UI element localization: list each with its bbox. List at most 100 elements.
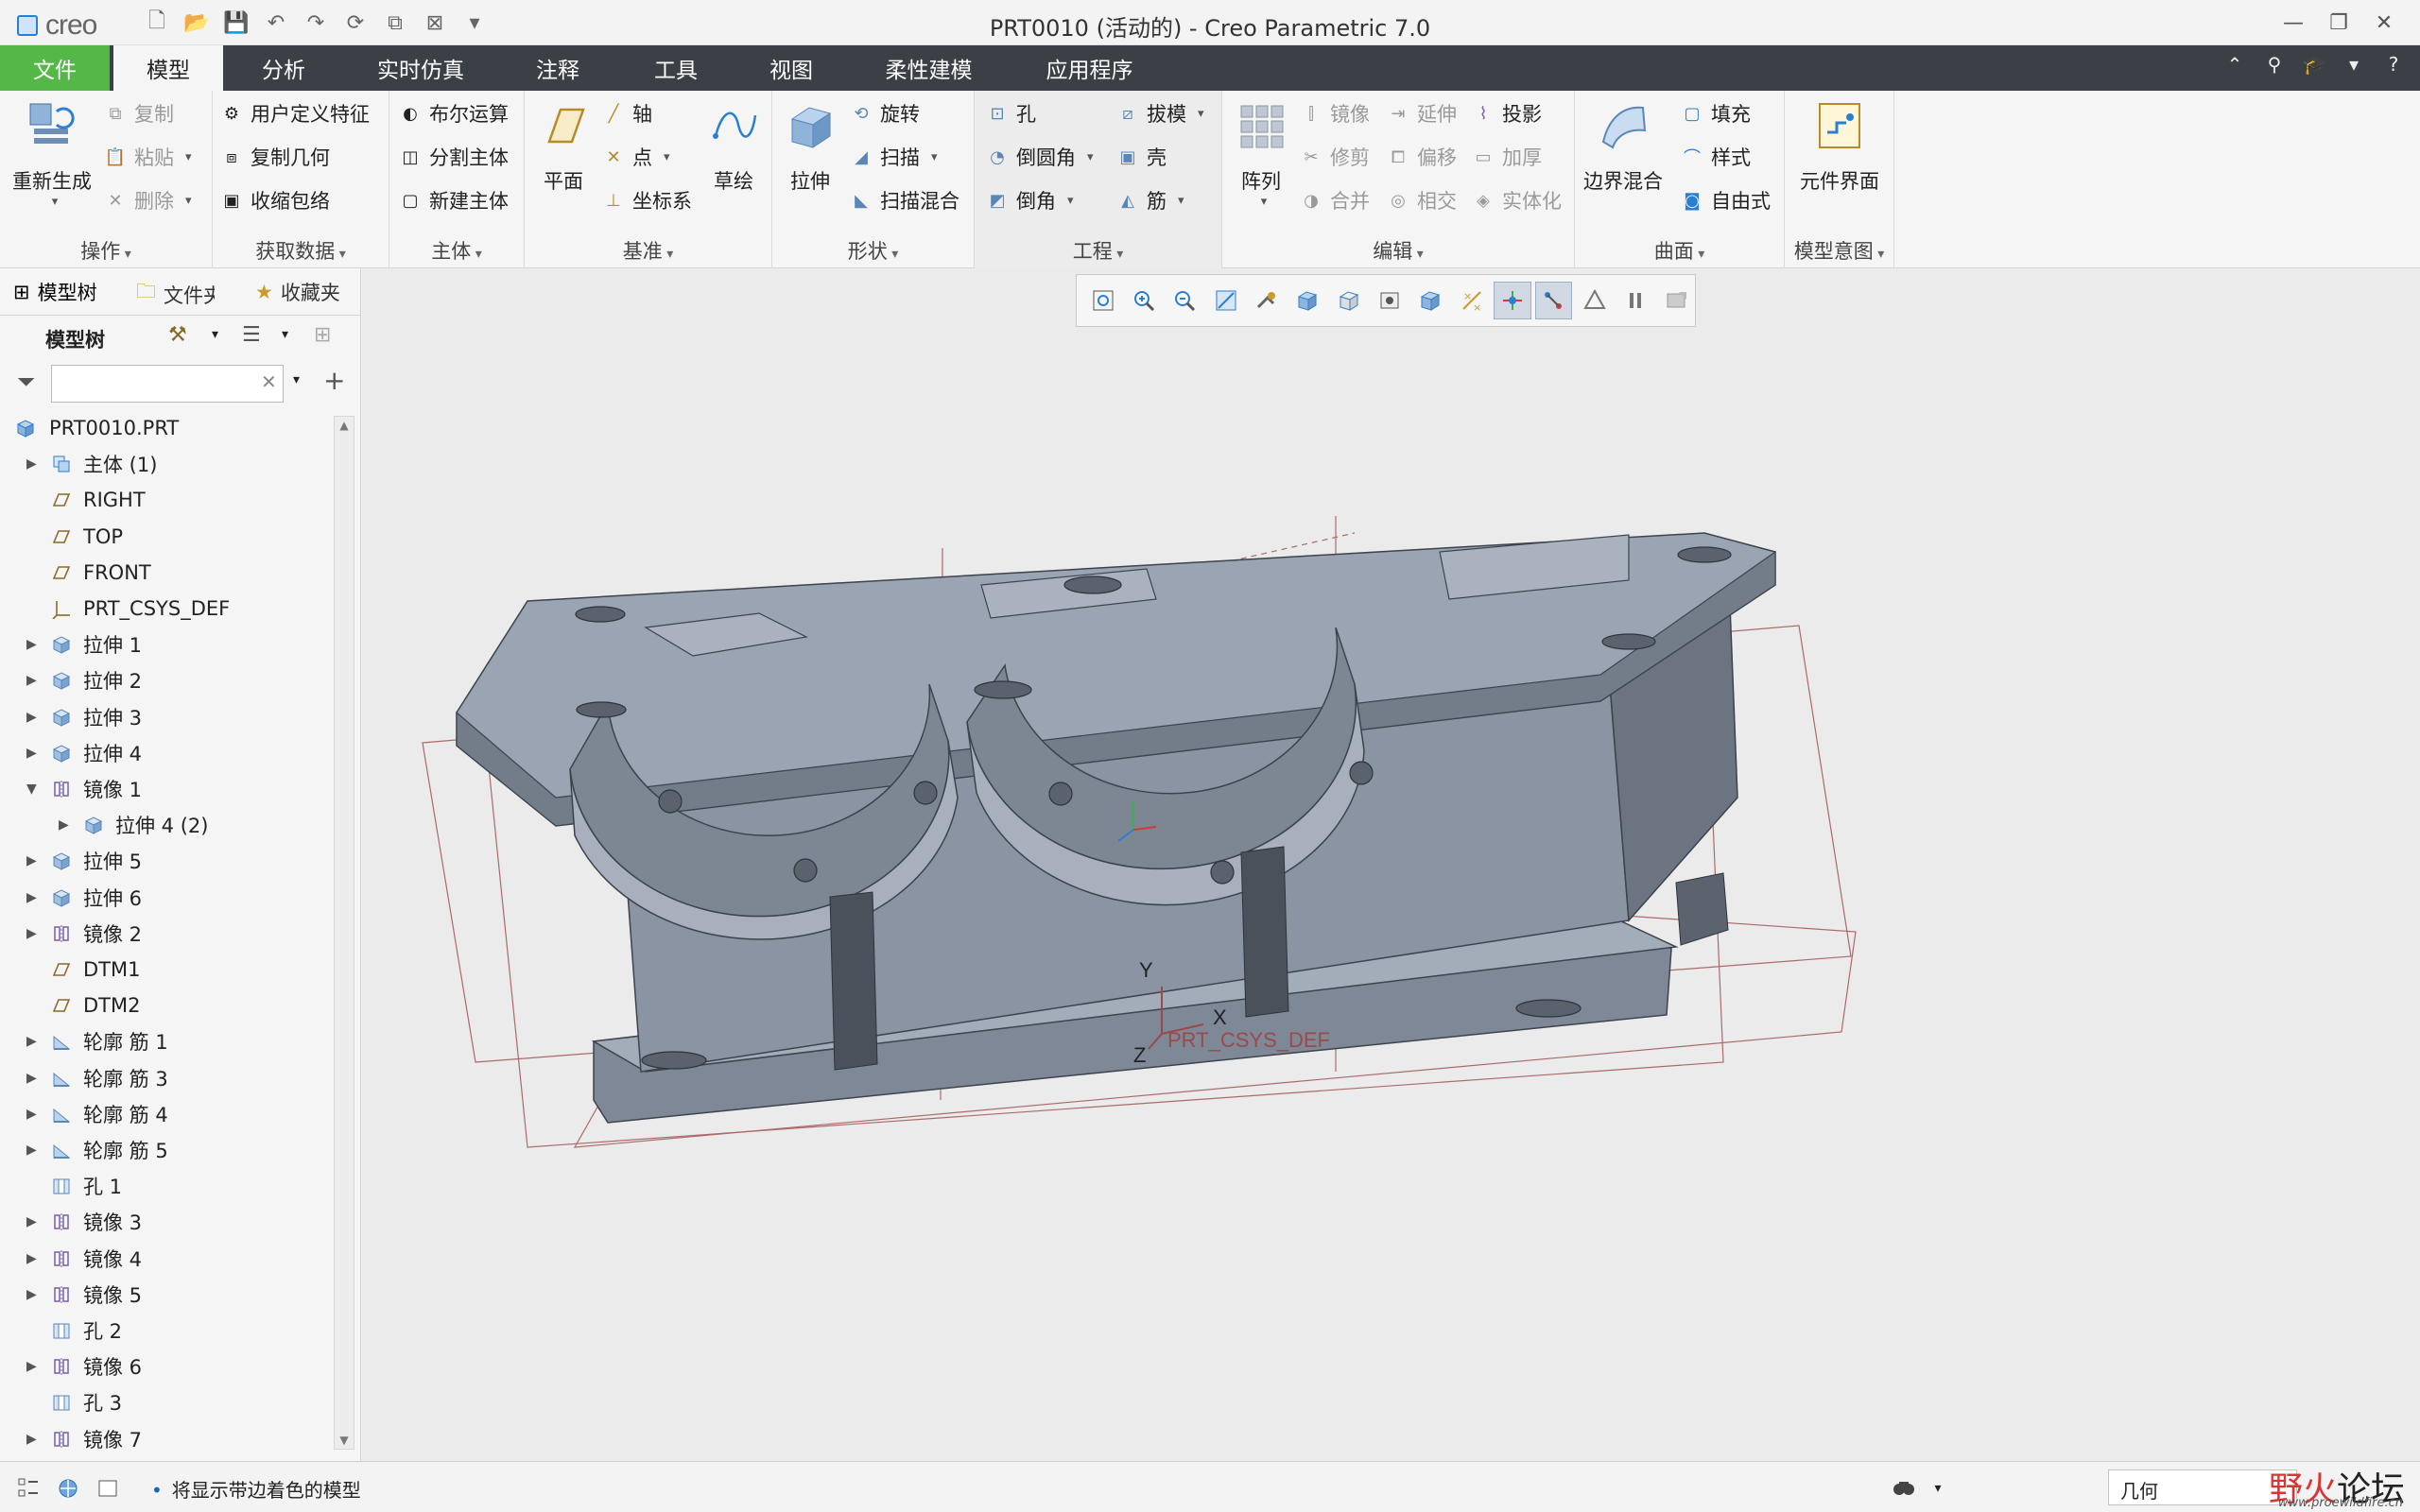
- tree-node[interactable]: ▶ 镜像 3: [0, 1204, 333, 1240]
- group-label-model-intent[interactable]: 模型意图: [1785, 236, 1893, 265]
- tree-node[interactable]: ▶ 拉伸 2: [0, 662, 333, 698]
- boolean-button[interactable]: ◐ 布尔运算: [397, 96, 509, 130]
- repaint-icon[interactable]: [1207, 282, 1244, 319]
- tree-node[interactable]: DTM1: [0, 952, 333, 988]
- round-button[interactable]: ◔ 倒圆角 ▾: [984, 140, 1093, 174]
- tree-node[interactable]: PRT0010.PRT: [0, 410, 333, 446]
- minimize-icon[interactable]: —: [2271, 6, 2316, 40]
- zoom-out-icon[interactable]: [1167, 282, 1203, 319]
- split-body-button[interactable]: ◫ 分割主体: [397, 140, 509, 174]
- chamfer-button[interactable]: ◩ 倒角 ▾: [984, 183, 1073, 217]
- regenerate-small-icon[interactable]: ⟳: [340, 8, 371, 38]
- swept-blend-button[interactable]: ◣ 扫描混合: [848, 183, 959, 217]
- tab-analysis[interactable]: 分析: [236, 45, 331, 91]
- expand-caret-icon[interactable]: ▶: [26, 710, 37, 725]
- component-interface-button[interactable]: 元件界面: [1789, 98, 1891, 195]
- tree-columns-icon[interactable]: ⊞: [314, 323, 331, 347]
- pause-icon[interactable]: [1616, 282, 1653, 319]
- expand-caret-icon[interactable]: ▶: [26, 1287, 37, 1302]
- expand-caret-icon[interactable]: ▶: [26, 890, 37, 905]
- tree-node[interactable]: 孔 3: [0, 1384, 333, 1420]
- tree-node[interactable]: ▶ 镜像 2: [0, 916, 333, 952]
- tree-node[interactable]: FRONT: [0, 555, 333, 591]
- toggle-browser-icon[interactable]: [55, 1475, 81, 1502]
- tree-node[interactable]: ▶ 轮廓 筋 3: [0, 1060, 333, 1096]
- regenerate-dropdown-icon[interactable]: ▾: [52, 195, 59, 209]
- tab-applications[interactable]: 应用程序: [1030, 45, 1149, 91]
- new-body-button[interactable]: ▢ 新建主体: [397, 183, 509, 217]
- tree-node[interactable]: ▶ 主体 (1): [0, 446, 333, 482]
- clear-search-icon[interactable]: ✕: [261, 370, 277, 393]
- extend-button[interactable]: ⇥ 延伸: [1385, 96, 1457, 130]
- undo-icon[interactable]: ↶: [261, 8, 291, 38]
- expand-caret-icon[interactable]: ▶: [59, 817, 69, 833]
- spin-center-icon[interactable]: [1494, 282, 1531, 319]
- hole-button[interactable]: ⊡ 孔: [984, 96, 1036, 130]
- tree-node[interactable]: RIGHT: [0, 482, 333, 518]
- tree-scrollbar[interactable]: ▲ ▼: [334, 416, 354, 1450]
- group-label-engineering[interactable]: 工程: [975, 236, 1221, 265]
- copy-geometry-button[interactable]: ⧈ 复制几何: [218, 140, 330, 174]
- toggle-navigator-icon[interactable]: [15, 1475, 42, 1502]
- mirror-button[interactable]: ⫿ 镜像: [1298, 96, 1370, 130]
- group-label-surfaces[interactable]: 曲面: [1575, 236, 1784, 265]
- close-icon[interactable]: ✕: [2361, 6, 2407, 40]
- trim-button[interactable]: ✂ 修剪: [1298, 140, 1370, 174]
- tab-model-tree[interactable]: ⊞ 模型树: [13, 278, 97, 306]
- scroll-up-icon[interactable]: ▲: [335, 419, 354, 432]
- filter-icon[interactable]: ⏷: [17, 369, 35, 395]
- windows-icon[interactable]: ⧉: [380, 8, 410, 38]
- help-icon[interactable]: ?: [2380, 53, 2407, 76]
- expand-caret-icon[interactable]: ▶: [26, 1359, 37, 1374]
- zoom-in-icon[interactable]: [1125, 282, 1162, 319]
- tab-flexible-modeling[interactable]: 柔性建模: [865, 45, 993, 91]
- saved-orientations-icon[interactable]: [1330, 282, 1367, 319]
- copy-button[interactable]: ⧉ 复制: [102, 96, 174, 130]
- expand-caret-icon[interactable]: ▶: [26, 673, 37, 688]
- shell-button[interactable]: ▣ 壳: [1115, 140, 1167, 174]
- collapse-ribbon-icon[interactable]: ⌃: [2221, 53, 2248, 76]
- group-label-shapes[interactable]: 形状: [772, 236, 974, 265]
- annotation-display-icon[interactable]: [1534, 282, 1572, 319]
- group-label-get-data[interactable]: 获取数据: [213, 236, 389, 265]
- tree-node[interactable]: ▶ 拉伸 6: [0, 880, 333, 916]
- tab-tools[interactable]: 工具: [629, 45, 723, 91]
- pan-icon[interactable]: [1248, 282, 1285, 319]
- tab-model[interactable]: 模型: [113, 45, 223, 91]
- expand-caret-icon[interactable]: ▶: [26, 746, 37, 761]
- close-window-icon[interactable]: ⊠: [420, 8, 450, 38]
- find-icon[interactable]: [1891, 1475, 1917, 1502]
- pattern-button[interactable]: 阵列 ▾: [1228, 98, 1294, 209]
- datum-display-icon[interactable]: × ×: [1453, 282, 1490, 319]
- expand-caret-icon[interactable]: ▶: [26, 1034, 37, 1049]
- shrinkwrap-button[interactable]: ▣ 收缩包络: [218, 183, 330, 217]
- open-folder-icon[interactable]: 📂: [182, 8, 212, 38]
- tree-show-dropdown-icon[interactable]: ▾: [282, 327, 288, 342]
- pattern-dropdown-icon[interactable]: ▾: [1261, 195, 1268, 209]
- axis-button[interactable]: ╱ 轴: [600, 96, 652, 130]
- expand-caret-icon[interactable]: ▶: [26, 1071, 37, 1086]
- sketch-button[interactable]: 草绘: [700, 98, 767, 195]
- expand-caret-icon[interactable]: ▶: [26, 1432, 37, 1447]
- tree-node[interactable]: 孔 1: [0, 1168, 333, 1204]
- group-label-datum[interactable]: 基准: [525, 236, 771, 265]
- tree-settings-dropdown-icon[interactable]: ▾: [212, 327, 218, 342]
- tree-show-icon[interactable]: ☰: [242, 323, 261, 347]
- sweep-button[interactable]: ◢ 扫描 ▾: [848, 140, 937, 174]
- tree-node[interactable]: ▶ 拉伸 3: [0, 699, 333, 735]
- project-button[interactable]: ⌇ 投影: [1470, 96, 1542, 130]
- tab-favorites[interactable]: ★ 收藏夹: [255, 278, 339, 306]
- tree-node[interactable]: 孔 2: [0, 1313, 333, 1349]
- display-style-icon[interactable]: [1289, 282, 1326, 319]
- group-label-body[interactable]: 主体: [389, 236, 524, 265]
- expand-caret-icon[interactable]: ▶: [26, 456, 37, 472]
- view-manager-icon[interactable]: [1371, 282, 1408, 319]
- tab-file[interactable]: 文件: [0, 45, 110, 91]
- refit-icon[interactable]: [1084, 282, 1121, 319]
- expand-caret-icon[interactable]: ▶: [26, 1251, 37, 1266]
- redo-icon[interactable]: ↷: [301, 8, 331, 38]
- tab-annotate[interactable]: 注释: [510, 45, 605, 91]
- tree-node[interactable]: ▶ 拉伸 1: [0, 627, 333, 662]
- tree-node[interactable]: ▶ 镜像 4: [0, 1241, 333, 1277]
- find-dropdown-icon[interactable]: ▾: [1925, 1475, 1951, 1502]
